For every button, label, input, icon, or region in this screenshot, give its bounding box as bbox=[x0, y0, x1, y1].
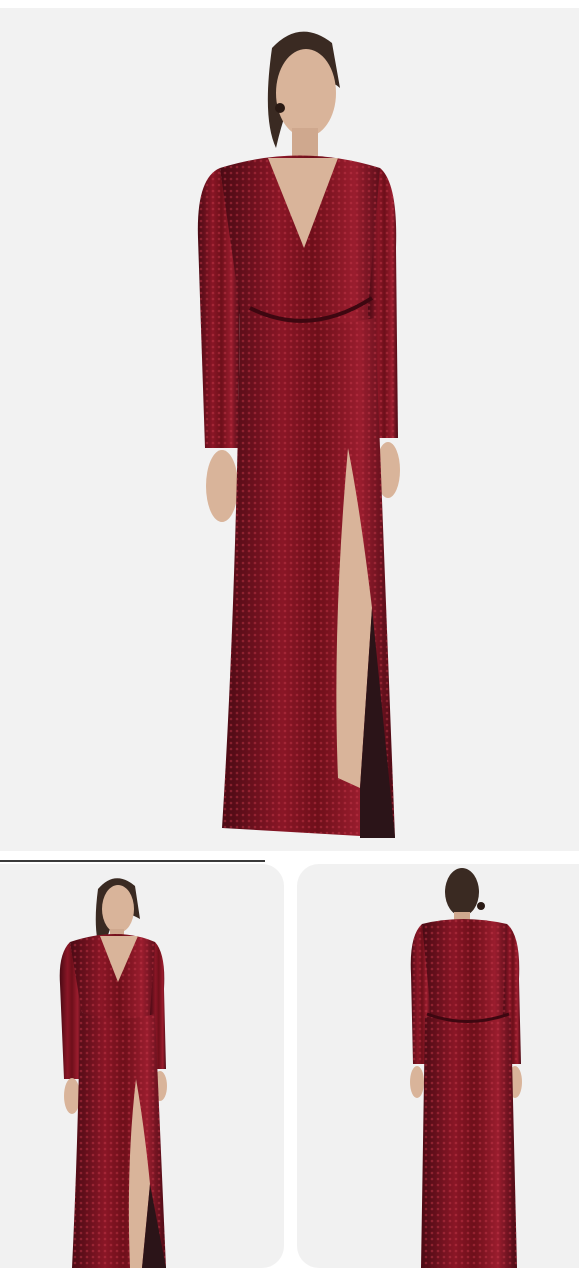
hero-product-photo[interactable] bbox=[0, 8, 579, 851]
product-image-gallery bbox=[0, 0, 579, 1268]
thumbnail-front[interactable] bbox=[0, 864, 284, 1268]
model-back-thumbnail-illustration bbox=[410, 868, 522, 1268]
model-front-thumbnail-illustration bbox=[59, 878, 167, 1268]
gallery-divider bbox=[0, 860, 265, 862]
model-front-illustration bbox=[197, 31, 400, 838]
earring bbox=[275, 103, 285, 113]
thumbnail-back[interactable] bbox=[297, 864, 579, 1268]
face bbox=[276, 49, 336, 137]
left-hand bbox=[206, 450, 238, 522]
